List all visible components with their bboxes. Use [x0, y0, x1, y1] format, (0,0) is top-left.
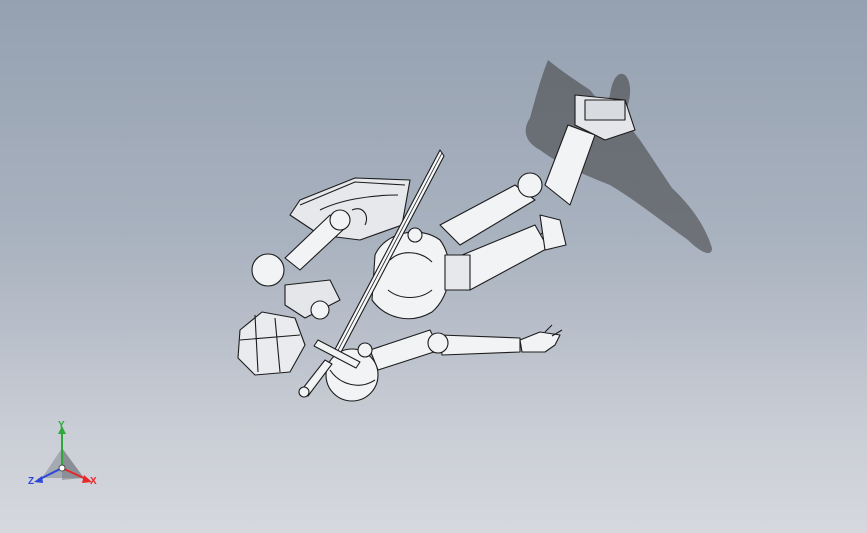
arm-lower-right [439, 334, 521, 356]
robot-model[interactable] [237, 94, 636, 402]
z-axis-label: Z [28, 476, 35, 487]
model-render[interactable] [0, 0, 867, 533]
coordinate-triad: Y X Z [22, 420, 112, 495]
torso [371, 231, 450, 320]
leg-lower-left [539, 214, 567, 251]
x-axis-label: X [90, 476, 97, 487]
z-axis-arrow [34, 476, 43, 483]
graphics-viewport[interactable]: Y X Z [0, 0, 867, 533]
arm-upper-right [369, 329, 441, 371]
triad-graphic [34, 426, 92, 483]
shield [289, 177, 411, 241]
y-axis-label: Y [58, 420, 65, 431]
head [237, 311, 306, 376]
